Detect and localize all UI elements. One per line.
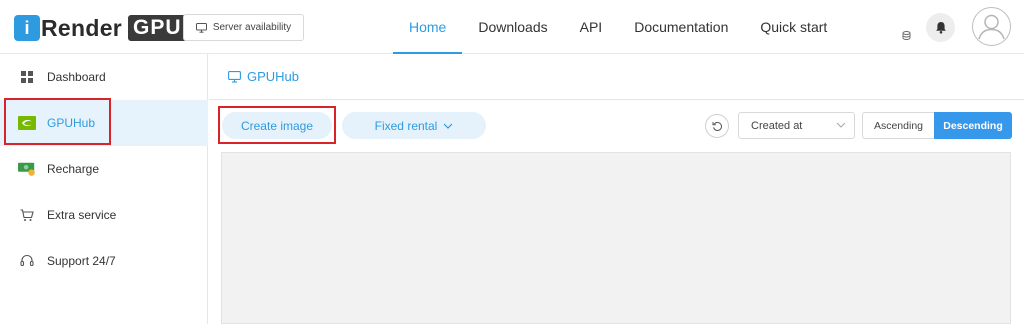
sort-by-select[interactable]: Created at (738, 112, 855, 139)
chevron-down-icon (836, 122, 846, 128)
chevron-down-icon (443, 123, 453, 129)
server-availability-label: Server availability (212, 22, 292, 33)
sort-by-value: Created at (751, 119, 803, 132)
nvidia-icon (18, 114, 36, 132)
refresh-button[interactable] (705, 114, 729, 138)
sort-order-toggle: Ascending Descending (862, 112, 1012, 139)
sidebar-item-label: Recharge (47, 162, 100, 176)
top-header: i Render GPU Server availability Home Do… (0, 0, 1024, 54)
cart-icon (18, 206, 36, 224)
account-balance-area[interactable] (868, 12, 912, 42)
sidebar-item-label: GPUHub (47, 116, 96, 130)
user-icon (978, 14, 1005, 40)
fixed-rental-label: Fixed rental (374, 118, 438, 133)
nav-documentation[interactable]: Documentation (618, 0, 744, 54)
notification-button[interactable] (926, 13, 955, 42)
image-list-area (221, 152, 1011, 324)
money-icon (18, 160, 36, 178)
refresh-icon (712, 121, 722, 131)
descending-button[interactable]: Descending (934, 112, 1012, 139)
headset-icon (18, 252, 36, 270)
grid-icon (18, 68, 36, 86)
logo-brand-text: Render (41, 14, 123, 41)
bell-icon (935, 22, 946, 34)
fixed-rental-dropdown[interactable]: Fixed rental (342, 112, 486, 139)
sidebar-item-support[interactable]: Support 24/7 (0, 238, 208, 284)
sidebar-item-label: Dashboard (47, 70, 106, 84)
logo-badge: GPU (128, 15, 187, 41)
monitor-icon (195, 22, 207, 33)
sidebar-item-label: Support 24/7 (47, 254, 116, 268)
page-title: GPUHub (247, 69, 300, 84)
main-panel: GPUHub Create image Fixed rental Created… (209, 54, 1024, 324)
sidebar-item-label: Extra service (47, 208, 117, 222)
logo-mark: i (14, 15, 40, 41)
sidebar: Dashboard GPUHub Recharge Extra service … (0, 54, 208, 324)
nav-quick-start[interactable]: Quick start (744, 0, 843, 54)
sidebar-item-extra-service[interactable]: Extra service (0, 192, 208, 238)
sidebar-item-recharge[interactable]: Recharge (0, 146, 208, 192)
create-image-button[interactable]: Create image (222, 112, 332, 139)
monitor-icon (228, 70, 241, 83)
server-availability-button[interactable]: Server availability (183, 14, 304, 41)
nav-downloads[interactable]: Downloads (462, 0, 563, 54)
page-title-bar: GPUHub (209, 54, 1024, 100)
database-icon (902, 31, 911, 40)
main-nav: Home Downloads API Documentation Quick s… (393, 0, 843, 54)
sidebar-item-dashboard[interactable]: Dashboard (0, 54, 208, 100)
nav-api[interactable]: API (564, 0, 619, 54)
nav-home[interactable]: Home (393, 0, 463, 54)
ascending-button[interactable]: Ascending (862, 112, 934, 139)
user-avatar[interactable] (972, 7, 1011, 46)
irender-gpu-logo[interactable]: i Render GPU (14, 14, 187, 42)
sidebar-item-gpuhub[interactable]: GPUHub (0, 100, 208, 146)
